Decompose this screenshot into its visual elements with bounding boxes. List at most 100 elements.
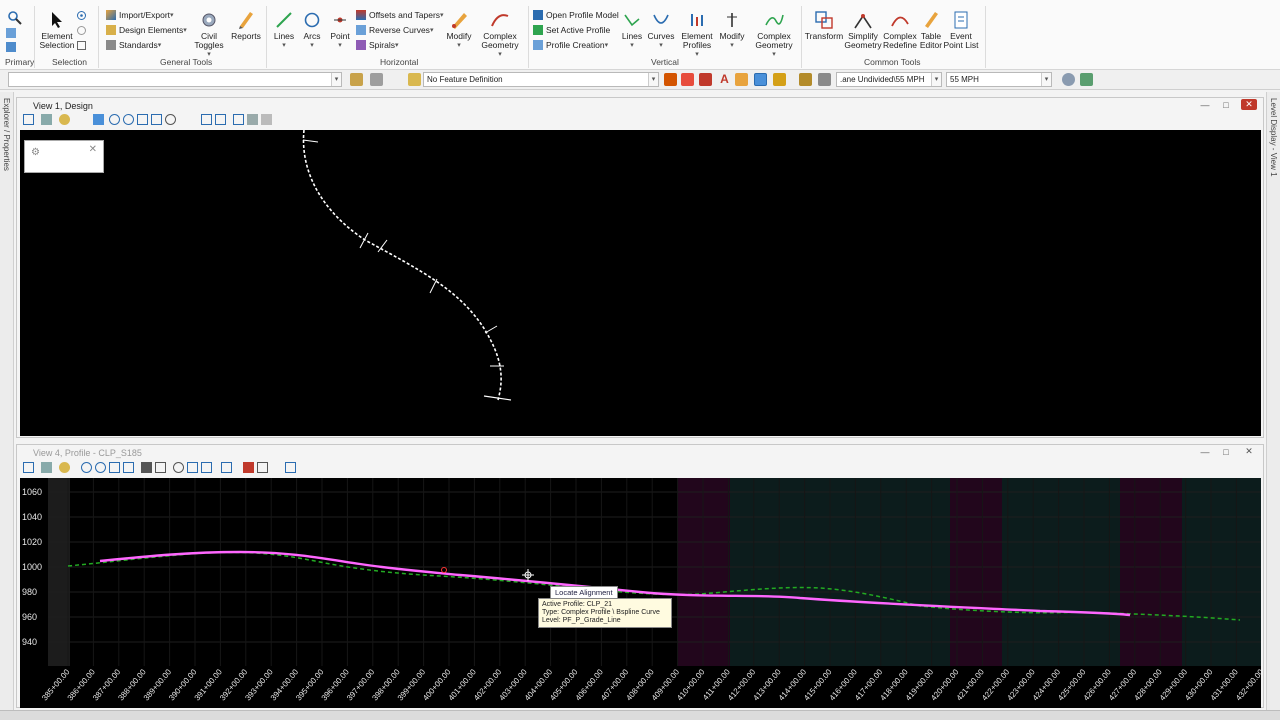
view-next-icon[interactable] bbox=[215, 114, 226, 125]
offsets-tapers-menu[interactable]: Offsets and Tapers bbox=[356, 10, 444, 20]
minimize-button[interactable]: — bbox=[1197, 447, 1213, 458]
complex-geometry-button[interactable]: Complex Geometry bbox=[476, 10, 524, 59]
pencil-icon bbox=[921, 10, 941, 30]
view-toggle-icon[interactable] bbox=[261, 114, 272, 125]
feature-icon[interactable] bbox=[408, 73, 421, 86]
filter-icon[interactable] bbox=[370, 73, 383, 86]
reports-button[interactable]: Reports bbox=[230, 10, 262, 41]
view-previous-icon[interactable] bbox=[201, 114, 212, 125]
close-icon[interactable]: ✕ bbox=[1241, 446, 1257, 457]
view-1-design-window[interactable]: View 1, Design — □ ✕ ⚙ ✕ bbox=[16, 97, 1264, 438]
standards-menu[interactable]: Standards bbox=[106, 40, 161, 50]
arcs-button[interactable]: Arcs bbox=[298, 10, 326, 50]
close-icon[interactable]: ✕ bbox=[1241, 99, 1257, 110]
snap-toggle-icon[interactable] bbox=[754, 73, 767, 86]
exaggeration-icon[interactable] bbox=[243, 462, 254, 473]
fit-view-icon[interactable] bbox=[123, 462, 134, 473]
color-icon[interactable] bbox=[681, 73, 694, 86]
design-standard-combo[interactable]: .ane Undivided\55 MPH ▾ bbox=[836, 72, 942, 87]
table-editor-button[interactable]: Table Editor bbox=[918, 10, 944, 50]
profile-grid-icon[interactable] bbox=[257, 462, 268, 473]
display-style-icon[interactable] bbox=[41, 462, 52, 473]
zoom-out-icon[interactable] bbox=[123, 114, 134, 125]
selection-target-icon[interactable] bbox=[76, 10, 87, 21]
explorer-properties-strip[interactable]: Explorer / Properties bbox=[0, 92, 14, 712]
lines-button[interactable]: Lines bbox=[270, 10, 298, 50]
rotate-view-icon[interactable] bbox=[173, 462, 184, 473]
brush-icon[interactable] bbox=[735, 73, 748, 86]
design-standards-icon[interactable] bbox=[799, 73, 812, 86]
zoom-out-icon[interactable] bbox=[95, 462, 106, 473]
spirals-menu[interactable]: Spirals bbox=[356, 40, 399, 50]
reverse-curves-menu[interactable]: Reverse Curves bbox=[356, 25, 433, 35]
design-elements-menu[interactable]: Design Elements bbox=[106, 25, 187, 35]
event-point-list-button[interactable]: Event Point List bbox=[944, 10, 978, 50]
view-next-icon[interactable] bbox=[201, 462, 212, 473]
simplify-geometry-icon bbox=[853, 10, 873, 30]
selection-shape-icon[interactable] bbox=[76, 25, 87, 36]
element-profiles-button[interactable]: Element Profiles bbox=[678, 10, 716, 59]
view-attributes-icon[interactable] bbox=[23, 462, 34, 473]
primary-small-icon-1[interactable] bbox=[6, 28, 19, 38]
lighting-icon[interactable] bbox=[59, 114, 70, 125]
settings-gear-icon[interactable] bbox=[1062, 73, 1075, 86]
primary-small-icon-2[interactable] bbox=[6, 42, 19, 52]
symbology-icon[interactable] bbox=[699, 73, 712, 86]
import-export-menu[interactable]: Import/Export bbox=[106, 10, 174, 20]
element-template-combo[interactable]: ▾ bbox=[8, 72, 342, 87]
window-area-icon[interactable] bbox=[137, 114, 148, 125]
view-previous-icon[interactable] bbox=[187, 462, 198, 473]
zoom-in-icon[interactable] bbox=[109, 114, 120, 125]
rotate-view-icon[interactable] bbox=[165, 114, 176, 125]
minimize-button[interactable]: — bbox=[1197, 100, 1213, 111]
vertical-modify-button[interactable]: Modify bbox=[716, 10, 748, 50]
zoom-in-icon[interactable] bbox=[81, 462, 92, 473]
fit-view-icon[interactable] bbox=[151, 114, 162, 125]
civil-toggles-button[interactable]: Civil Toggles bbox=[188, 10, 230, 59]
gear-icon bbox=[199, 10, 219, 30]
point-button[interactable]: Point bbox=[326, 10, 354, 50]
selection-box-icon[interactable] bbox=[76, 40, 87, 51]
window-area-icon[interactable] bbox=[109, 462, 120, 473]
grid-icon[interactable] bbox=[155, 462, 166, 473]
simplify-geometry-button[interactable]: Simplify Geometry bbox=[844, 10, 882, 50]
view-attributes-icon[interactable] bbox=[23, 114, 34, 125]
primary-tool-button[interactable] bbox=[4, 8, 26, 30]
horizontal-alignment[interactable] bbox=[302, 130, 502, 401]
profile-tool-icon[interactable] bbox=[141, 462, 152, 473]
copy-view-icon[interactable] bbox=[233, 114, 244, 125]
element-selection-button[interactable]: Element Selection bbox=[38, 10, 76, 50]
check-tool-icon[interactable] bbox=[1080, 73, 1093, 86]
clip-volume-icon[interactable] bbox=[247, 114, 258, 125]
set-active-profile-button[interactable]: Set Active Profile bbox=[533, 25, 610, 35]
level-display-strip[interactable]: Level Display - View 1 bbox=[1266, 92, 1280, 712]
maximize-button[interactable]: □ bbox=[1218, 100, 1234, 111]
template-icon[interactable] bbox=[350, 73, 363, 86]
design-speed-combo[interactable]: 55 MPH ▾ bbox=[946, 72, 1052, 87]
lock-icon[interactable] bbox=[773, 73, 786, 86]
feature-settings-icon[interactable] bbox=[664, 73, 677, 86]
pi-marker[interactable] bbox=[441, 567, 447, 573]
arcs-label: Arcs bbox=[303, 31, 321, 41]
view-toggle-icon[interactable] bbox=[285, 462, 296, 473]
view-1-canvas[interactable]: ⚙ ✕ bbox=[20, 130, 1261, 436]
arrow-cursor-icon bbox=[47, 10, 67, 30]
display-style-icon[interactable] bbox=[41, 114, 52, 125]
vertical-lines-button[interactable]: Lines bbox=[618, 10, 646, 50]
toggle-standards-icon[interactable] bbox=[818, 73, 831, 86]
maximize-button[interactable]: □ bbox=[1218, 447, 1234, 458]
feature-definition-combo[interactable]: No Feature Definition ▾ bbox=[423, 72, 659, 87]
copy-view-icon[interactable] bbox=[221, 462, 232, 473]
complex-redefine-button[interactable]: Complex Redefine bbox=[882, 10, 918, 50]
view-4-profile-window[interactable]: View 4, Profile - CLP_S185 — □ ✕ 1060 10… bbox=[16, 444, 1264, 708]
transform-button[interactable]: Transform bbox=[804, 10, 844, 41]
vertical-curves-button[interactable]: Curves bbox=[646, 10, 676, 50]
update-view-icon[interactable] bbox=[93, 114, 104, 125]
open-profile-model-button[interactable]: Open Profile Model bbox=[533, 10, 619, 20]
profile-creation-menu[interactable]: Profile Creation bbox=[533, 40, 608, 50]
view-4-canvas[interactable]: 1060 1040 1020 1000 980 960 940 385+00.00 386+0… bbox=[20, 478, 1261, 708]
text-style-icon[interactable]: A bbox=[718, 73, 731, 86]
vertical-complex-geometry-button[interactable]: Complex Geometry bbox=[750, 10, 798, 59]
modify-button[interactable]: Modify bbox=[444, 10, 474, 50]
lighting-icon[interactable] bbox=[59, 462, 70, 473]
